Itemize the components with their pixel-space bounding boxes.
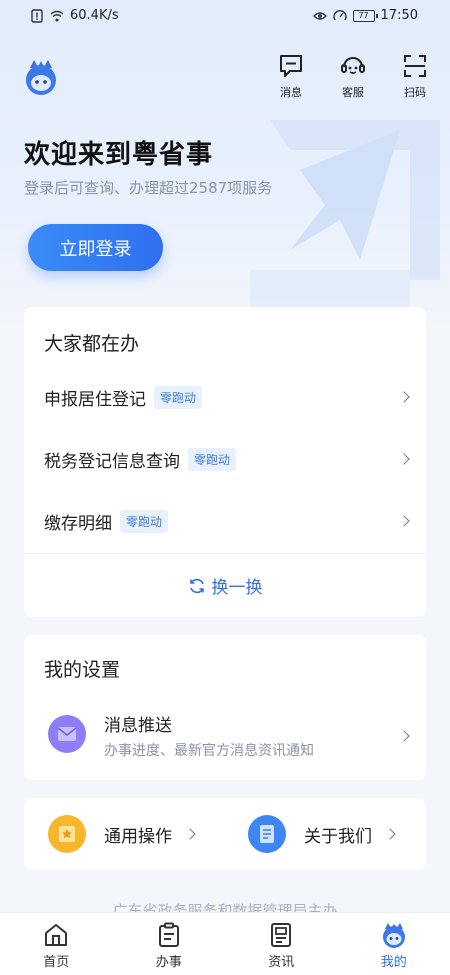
tab-news-label: 资讯	[268, 955, 295, 970]
popular-title: 大家都在办	[44, 333, 140, 355]
general-operations-label: 通用操作	[104, 826, 172, 847]
speedometer-icon	[332, 9, 347, 20]
info-document-icon	[248, 815, 286, 853]
tab-mine[interactable]: 我的	[338, 913, 450, 975]
settings-card: 我的设置 消息推送 办事进度、最新官方消息资讯通知	[24, 635, 426, 780]
chevron-right-icon	[384, 828, 396, 840]
zero-run-tag: 零跑动	[120, 509, 169, 533]
mascot-icon	[382, 923, 405, 948]
quick-actions-card: 通用操作 关于我们	[24, 798, 426, 870]
avatar[interactable]	[22, 58, 60, 96]
sim-alert-icon	[31, 8, 43, 23]
customer-service-icon	[341, 57, 365, 74]
chevron-right-icon	[398, 730, 410, 742]
chevron-right-icon	[398, 391, 410, 403]
customer-service-label: 客服	[342, 86, 364, 99]
battery-indicator: 77	[352, 9, 378, 22]
message-push-setting[interactable]: 消息推送 办事进度、最新官方消息资讯通知	[24, 703, 426, 769]
message-icon	[280, 55, 302, 77]
about-us-label: 关于我们	[304, 826, 372, 847]
clipboard-icon	[158, 922, 179, 947]
chevron-right-icon	[184, 828, 196, 840]
service-item-residence-registration[interactable]: 申报居住登记 零跑动	[24, 366, 426, 428]
tab-news[interactable]: 资讯	[225, 913, 338, 975]
news-icon	[271, 923, 292, 947]
popular-services-card: 大家都在办 申报居住登记 零跑动 税务登记信息查询 零跑动 缴存明细 零跑动 换…	[24, 307, 426, 617]
service-label: 税务登记信息查询	[44, 451, 180, 472]
about-us-button[interactable]: 关于我们	[248, 798, 396, 870]
refresh-icon	[189, 578, 204, 593]
clock: 17:50	[380, 8, 418, 23]
refresh-label: 换一换	[211, 578, 263, 598]
star-folder-icon	[48, 815, 86, 853]
mail-icon	[48, 715, 86, 753]
settings-title: 我的设置	[44, 659, 121, 681]
brand-watermark-icon	[250, 120, 440, 310]
general-operations-button[interactable]: 通用操作	[48, 798, 196, 870]
header-actions: 消息 客服 扫码	[272, 52, 434, 100]
scan-icon	[404, 55, 426, 77]
welcome-title: 欢迎来到粤省事	[24, 140, 214, 170]
message-push-title: 消息推送	[104, 716, 172, 736]
scan-label: 扫码	[404, 86, 426, 99]
tab-home[interactable]: 首页	[0, 913, 113, 975]
tab-home-label: 首页	[43, 955, 70, 970]
refresh-button[interactable]: 换一换	[24, 554, 426, 617]
zero-run-tag: 零跑动	[188, 447, 237, 471]
service-item-deposit-details[interactable]: 缴存明细 零跑动	[24, 490, 426, 552]
service-item-tax-registration-query[interactable]: 税务登记信息查询 零跑动	[24, 428, 426, 490]
login-button[interactable]: 立即登录	[28, 224, 163, 271]
customer-service-button[interactable]: 客服	[334, 52, 372, 100]
message-label: 消息	[280, 86, 302, 99]
chevron-right-icon	[398, 453, 410, 465]
message-button[interactable]: 消息	[272, 52, 310, 100]
home-icon	[45, 924, 68, 946]
chevron-right-icon	[398, 515, 410, 527]
wifi-icon	[50, 10, 64, 21]
zero-run-tag: 零跑动	[154, 385, 203, 409]
service-label: 申报居住登记	[44, 389, 146, 410]
network-speed: 60.4K/s	[70, 8, 119, 23]
tab-services[interactable]: 办事	[113, 913, 226, 975]
tab-mine-label: 我的	[380, 955, 407, 970]
service-label: 缴存明细	[44, 513, 112, 534]
message-push-description: 办事进度、最新官方消息资讯通知	[104, 743, 314, 759]
eye-icon	[312, 11, 327, 20]
scan-button[interactable]: 扫码	[396, 52, 434, 100]
bottom-tab-bar: 首页 办事 资讯 我的	[0, 912, 450, 975]
status-bar: 60.4K/s 77 17:50	[0, 0, 450, 32]
tab-services-label: 办事	[155, 955, 182, 970]
welcome-subtitle: 登录后可查询、办理超过2587项服务	[24, 179, 273, 197]
